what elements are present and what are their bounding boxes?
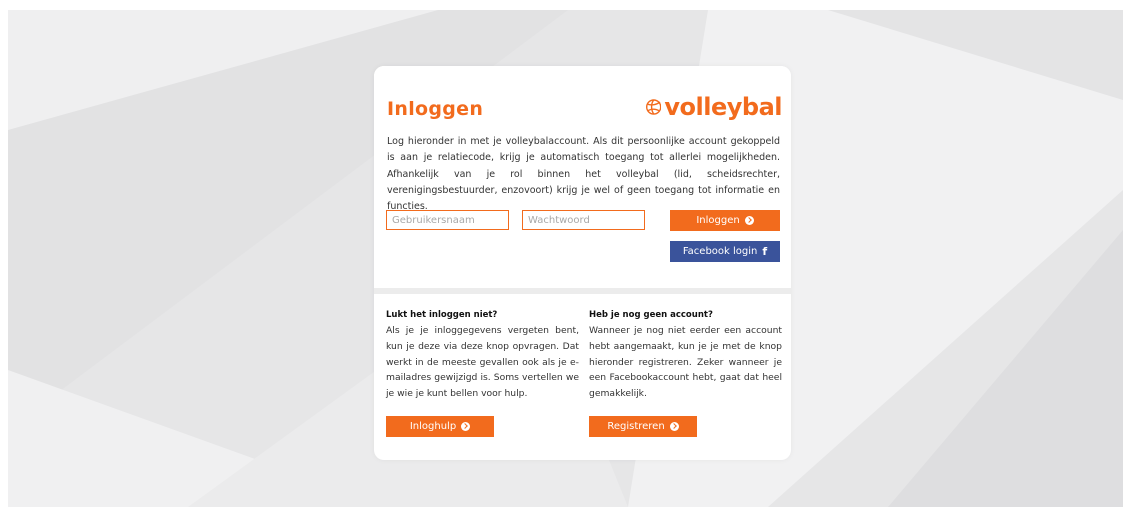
facebook-f-icon: f [762, 245, 768, 258]
facebook-login-label: Facebook login [682, 246, 758, 257]
password-input[interactable] [522, 210, 645, 230]
arrow-circle-right-icon [461, 422, 471, 431]
register-section: Heb je nog geen account? Wanneer je nog … [589, 310, 782, 402]
arrow-circle-right-icon [744, 216, 754, 225]
card-divider [374, 288, 791, 294]
volleyball-icon [646, 99, 662, 115]
login-help-section: Lukt het inloggen niet? Als je je inlogg… [386, 310, 579, 402]
intro-text: Log hieronder in met je volleybalaccount… [387, 136, 780, 213]
register-button[interactable]: Registreren [589, 416, 697, 437]
login-help-heading: Lukt het inloggen niet? [386, 310, 498, 320]
login-button[interactable]: Inloggen [670, 210, 780, 231]
register-heading: Heb je nog geen account? [589, 310, 713, 320]
arrow-circle-right-icon [669, 422, 679, 431]
page-title: Inloggen [387, 98, 484, 120]
volleybal-logo: volleybal [646, 94, 782, 120]
login-button-label: Inloggen [696, 215, 740, 226]
register-text: Wanneer je nog niet eerder een account h… [589, 325, 782, 400]
logo-wordmark: volleybal [664, 93, 782, 121]
login-card: Inloggen volleybal Log hieronder in met … [374, 66, 791, 460]
username-input[interactable] [386, 210, 509, 230]
login-help-button[interactable]: Inloghulp [386, 416, 494, 437]
facebook-login-button[interactable]: Facebook login f [670, 241, 780, 262]
register-button-label: Registreren [607, 421, 665, 432]
login-help-button-label: Inloghulp [409, 421, 457, 432]
page-background: Inloggen volleybal Log hieronder in met … [8, 10, 1123, 507]
login-help-text: Als je je inloggegevens vergeten bent, k… [386, 325, 579, 400]
